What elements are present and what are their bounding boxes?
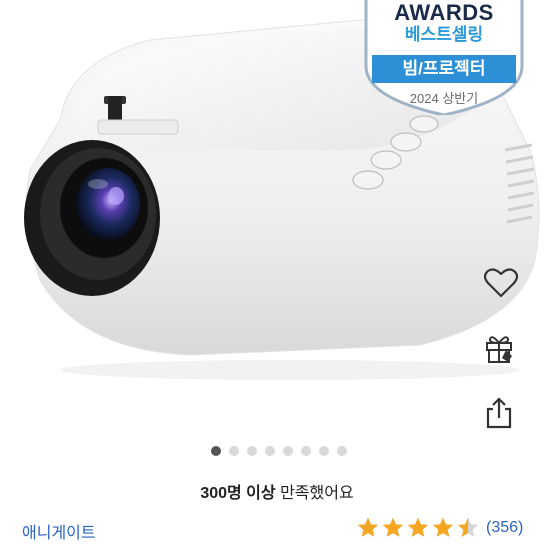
star-icon — [382, 517, 404, 537]
star-icon — [407, 517, 429, 537]
pagination-dot[interactable] — [283, 446, 293, 456]
pagination-dot[interactable] — [265, 446, 275, 456]
rating-stars — [356, 516, 480, 540]
share-icon — [486, 397, 512, 429]
gallery-pagination — [0, 446, 554, 456]
rating-summary[interactable]: (356) — [356, 516, 523, 540]
satisfaction-count: 300명 이상 — [200, 485, 276, 502]
pagination-dot[interactable] — [247, 446, 257, 456]
wishlist-button[interactable] — [484, 268, 532, 312]
star-icon — [457, 517, 479, 537]
satisfaction-text: 만족했어요 — [275, 485, 354, 502]
gift-button[interactable] — [484, 332, 532, 376]
pagination-dot[interactable] — [337, 446, 347, 456]
award-subtitle: 베스트셀링 — [404, 25, 484, 44]
pagination-dot[interactable] — [319, 446, 329, 456]
pagination-dot[interactable] — [211, 446, 221, 456]
star-icon — [357, 517, 379, 537]
seller-link[interactable]: 애니게이트 — [22, 519, 96, 543]
best-selling-award-badge: AWARDS 베스트셀링 빔/프로젝터 2024 상반기 — [362, 0, 526, 115]
review-count[interactable]: (356) — [486, 519, 523, 537]
award-period: 2024 상반기 — [409, 91, 479, 106]
pagination-dot[interactable] — [229, 446, 239, 456]
product-image[interactable]: AWARDS 베스트셀링 빔/프로젝터 2024 상반기 — [0, 0, 554, 430]
share-button[interactable] — [484, 396, 532, 430]
star-icon — [432, 517, 454, 537]
award-category: 빔/프로젝터 — [372, 55, 516, 83]
heart-icon — [484, 268, 518, 298]
gift-icon — [486, 336, 512, 363]
pagination-dot[interactable] — [301, 446, 311, 456]
satisfaction-summary: 300명 이상 만족했어요 — [0, 479, 554, 503]
